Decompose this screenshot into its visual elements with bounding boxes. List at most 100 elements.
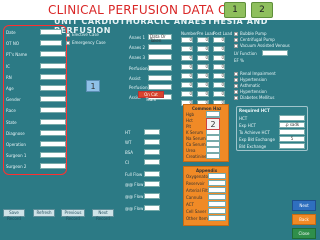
measure-cell[interactable]: 0 [181,37,193,43]
staff-role-label: Anaes 1 [129,35,146,40]
condition-checkbox[interactable] [234,96,238,100]
condition-checkbox[interactable] [234,84,238,88]
staff-select[interactable] [148,65,172,71]
patient-field-input[interactable] [40,73,66,80]
patient-field-input[interactable] [40,51,66,58]
metric-input[interactable] [144,159,160,165]
patient-field-input[interactable] [40,107,66,114]
next-record-button[interactable]: Next Record [92,209,114,221]
measure-cell[interactable]: 0 [213,46,225,52]
appendix-input[interactable] [208,201,226,207]
patient-field-input[interactable] [40,62,66,69]
metric-input[interactable] [144,205,160,211]
page-tab-1[interactable]: 1 [224,2,246,18]
staff-select[interactable] [148,54,172,60]
metric-label: WT [125,140,132,145]
appendix-input[interactable] [208,194,226,200]
appendix-label: Cell Saver [186,209,207,214]
page-tab-2[interactable]: 2 [251,2,273,18]
condition-label: Hypertension [240,77,267,82]
staff-select[interactable] [148,44,172,50]
next-button[interactable]: Next [292,200,316,211]
metric-input[interactable] [144,139,160,145]
measure-cell[interactable]: 0 [213,55,225,61]
lab-label: K Serum [186,130,203,135]
appendix-input[interactable] [208,215,226,221]
elective-checkbox[interactable] [66,33,70,37]
patient-field-input[interactable] [40,141,66,147]
staff-select[interactable] [148,75,172,81]
measure-cell[interactable]: 0 [181,55,193,61]
appendix-input[interactable] [208,208,226,214]
patient-field-input[interactable] [40,129,66,136]
patient-field-input[interactable] [40,85,66,91]
measure-cell[interactable]: 0 [181,91,193,97]
back-button[interactable]: Back [292,214,316,225]
previous-record-button[interactable]: Previous Record [61,209,85,221]
measure-cell[interactable]: 0 [213,73,225,79]
metric-input[interactable] [144,171,160,177]
condition-checkbox[interactable] [234,72,238,76]
measure-cell[interactable]: 0 [197,91,209,97]
on-cat-team-button[interactable]: On Cat Team [138,91,164,102]
measure-cell[interactable]: 0 [197,55,209,61]
lab-label: Ca Serum [186,142,206,147]
metric-input[interactable] [144,149,160,155]
patient-field-input[interactable] [40,40,62,47]
patient-field-input[interactable] [40,96,66,103]
staff-select[interactable] [148,84,172,90]
staff-select[interactable]: Data Or Taken [148,34,172,43]
lv-function-select[interactable] [262,50,288,56]
appendix-label: Oxygenator [186,174,210,179]
close-button[interactable]: Close [292,228,316,239]
hct-input[interactable] [279,115,305,121]
metric-label: BSA [125,150,134,155]
hct-input[interactable]: 5 [279,136,305,142]
equipment-checkbox[interactable] [234,32,238,36]
lab-input[interactable] [206,153,220,159]
metric-label: @@ Flow [125,206,144,211]
equipment-checkbox[interactable] [234,38,238,42]
measure-cell[interactable]: 0 [181,82,193,88]
hct-input[interactable] [279,143,305,149]
patient-field-input[interactable] [40,118,66,125]
emergency-label: Emergency Case [72,40,106,45]
patient-field-input[interactable] [40,29,62,35]
patient-field-label: Race [6,108,16,114]
hct-label: Exp HCT [239,123,256,128]
metric-input[interactable] [144,193,160,199]
metric-label: Full Flow [125,172,143,177]
measure-cell[interactable]: 0 [197,73,209,79]
measure-cell[interactable]: 0 [213,64,225,70]
hct-input[interactable] [279,129,305,135]
measure-cell[interactable]: 0 [197,37,209,43]
equipment-label: Centrifugal Pump [240,37,275,42]
measure-cell[interactable]: 0 [197,82,209,88]
measure-cell[interactable]: 0 [213,91,225,97]
metric-input[interactable] [144,181,160,187]
measure-cell[interactable]: 0 [213,82,225,88]
emergency-checkbox[interactable] [66,41,70,45]
measure-cell[interactable]: 0 [181,46,193,52]
patient-field-input[interactable] [40,152,66,159]
equipment-checklist: Bubble Pump Centrifugal Pump Vacuum Assist… [232,31,302,115]
measure-cell[interactable]: 0 [197,46,209,52]
measure-header: Pre Load [197,31,215,36]
metric-input[interactable] [144,129,160,135]
measure-cell[interactable]: 0 [181,64,193,70]
condition-checkbox[interactable] [234,78,238,82]
measure-cell[interactable]: 0 [181,73,193,79]
save-record-button[interactable]: Save Record [3,209,25,221]
condition-checkbox[interactable] [234,90,238,94]
refresh-button[interactable]: Refresh [33,209,55,217]
appendix-input[interactable] [208,187,226,193]
measure-cell[interactable]: 0 [213,37,225,43]
appendix-input[interactable] [208,180,226,186]
hct-input[interactable]: .p sadk [279,122,305,128]
staff-role-label: Assist [129,76,141,81]
measure-cell[interactable]: 0 [197,64,209,70]
lab-label: Urea [186,148,196,153]
equipment-checkbox[interactable] [234,44,238,48]
patient-field-input[interactable] [40,163,66,170]
appendix-input[interactable] [208,173,226,179]
